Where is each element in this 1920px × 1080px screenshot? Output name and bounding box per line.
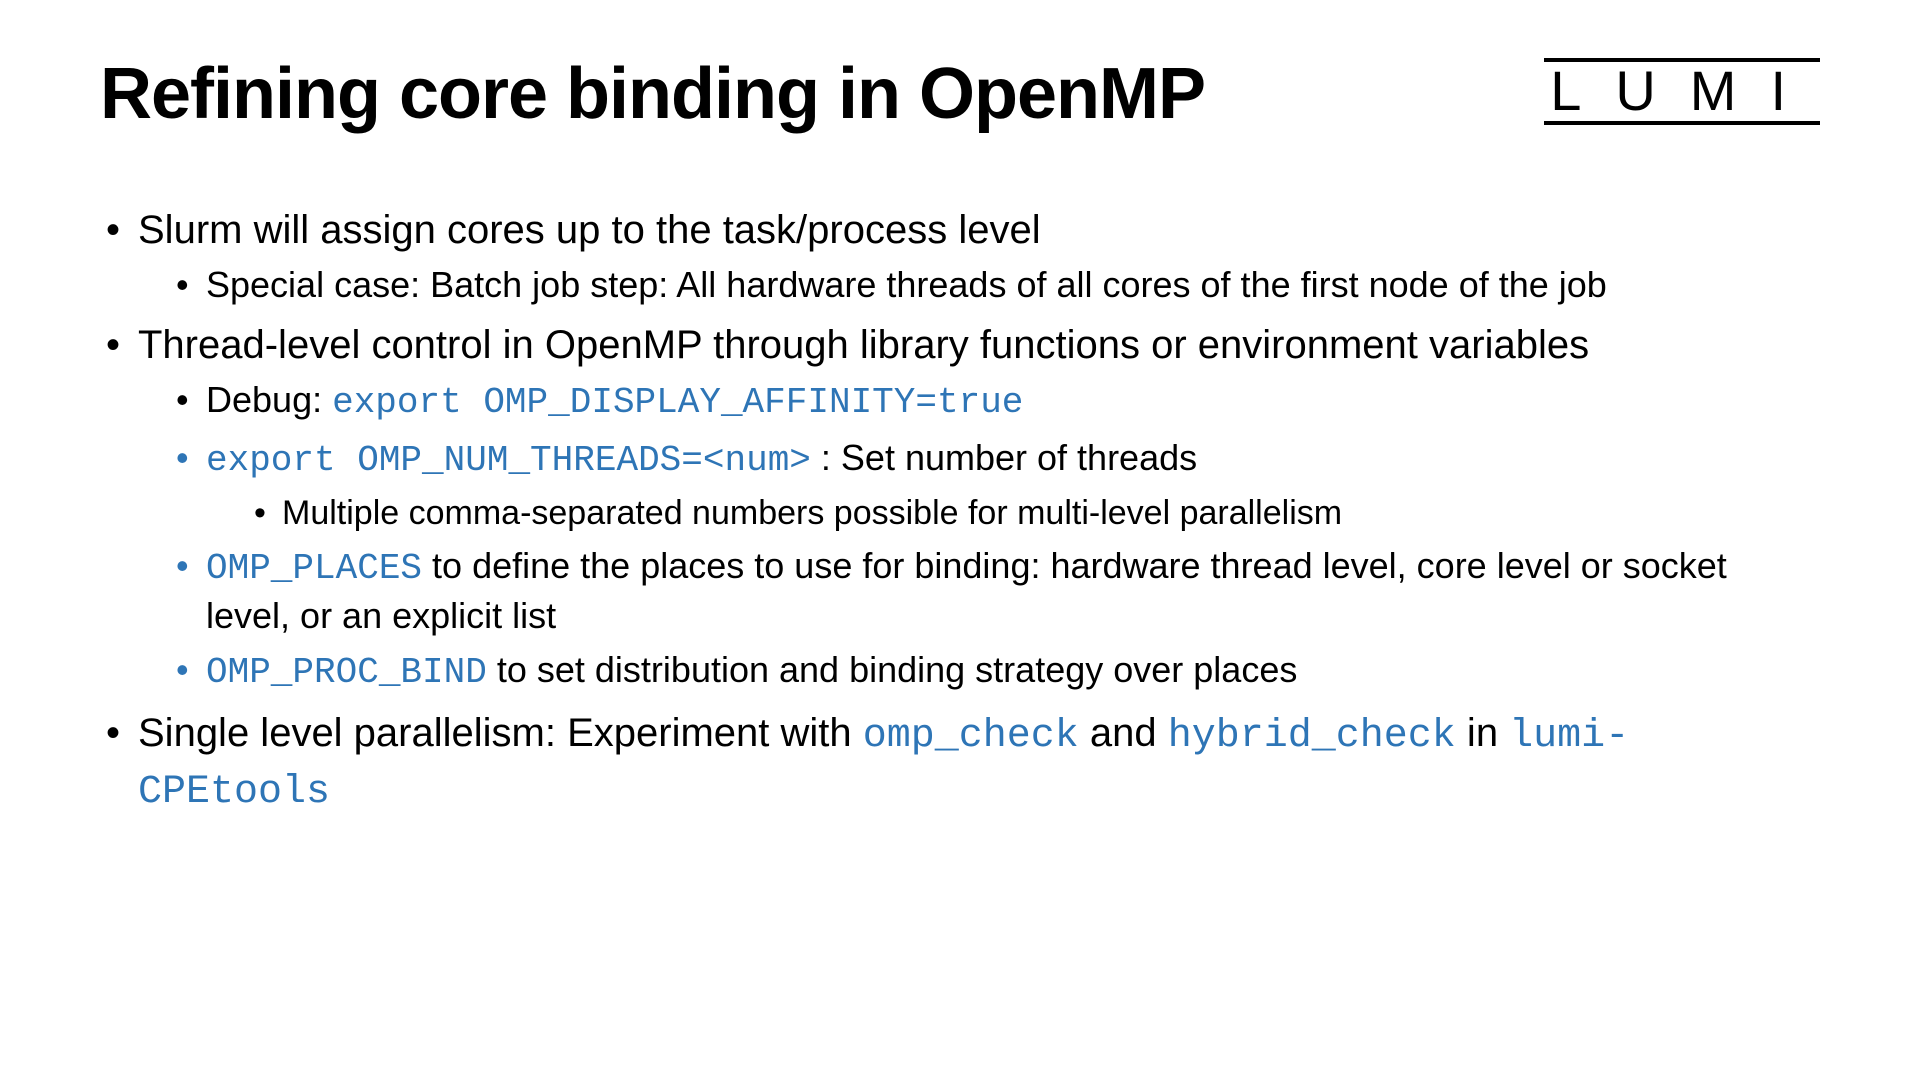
bullet-2: Thread-level control in OpenMP through l… <box>100 319 1820 697</box>
bullet-2-sub-1-prefix: Debug: <box>206 379 332 420</box>
bullet-3-mid2: in <box>1456 711 1509 755</box>
lumi-logo-text: LUMI <box>1544 58 1820 125</box>
bullet-3-prefix: Single level parallelism: Experiment wit… <box>138 711 863 755</box>
bullet-2-sublist: Debug: export OMP_DISPLAY_AFFINITY=true … <box>172 377 1820 697</box>
bullet-1-text: Slurm will assign cores up to the task/p… <box>138 208 1041 252</box>
bullet-1-sublist: Special case: Batch job step: All hardwa… <box>172 262 1820 309</box>
bullet-2-sub-2-code: export OMP_NUM_THREADS=<num> <box>206 440 811 481</box>
bullet-3-code-2: hybrid_check <box>1168 714 1456 759</box>
bullet-1-sub-1-text: Special case: Batch job step: All hardwa… <box>206 264 1607 305</box>
bullet-3-code-1: omp_check <box>863 714 1079 759</box>
bullet-list: Slurm will assign cores up to the task/p… <box>100 204 1820 819</box>
bullet-1-sub-1: Special case: Batch job step: All hardwa… <box>172 262 1820 309</box>
bullet-2-sub-3: OMP_PLACES to define the places to use f… <box>172 543 1820 640</box>
bullet-2-sub-3-code: OMP_PLACES <box>206 548 422 589</box>
bullet-2-sub-3-suffix: to define the places to use for binding:… <box>206 545 1727 636</box>
lumi-logo: LUMI <box>1544 58 1820 125</box>
bullet-2-sub-4-suffix: to set distribution and binding strategy… <box>487 649 1297 690</box>
bullet-2-sub-2-sublist: Multiple comma-separated numbers possibl… <box>250 491 1820 535</box>
bullet-2-sub-4: OMP_PROC_BIND to set distribution and bi… <box>172 647 1820 697</box>
bullet-2-sub-4-code: OMP_PROC_BIND <box>206 652 487 693</box>
bullet-2-sub-2-subsub-1-text: Multiple comma-separated numbers possibl… <box>282 494 1342 532</box>
bullet-2-sub-2-suffix: : Set number of threads <box>811 437 1197 478</box>
bullet-2-sub-2-subsub-1: Multiple comma-separated numbers possibl… <box>250 491 1820 535</box>
bullet-3: Single level parallelism: Experiment wit… <box>100 707 1820 819</box>
bullet-1: Slurm will assign cores up to the task/p… <box>100 204 1820 309</box>
bullet-2-text: Thread-level control in OpenMP through l… <box>138 323 1589 367</box>
bullet-2-sub-2: export OMP_NUM_THREADS=<num> : Set numbe… <box>172 435 1820 535</box>
bullet-2-sub-1-code: export OMP_DISPLAY_AFFINITY=true <box>332 382 1023 423</box>
slide: LUMI Refining core binding in OpenMP Slu… <box>0 0 1920 1080</box>
bullet-2-sub-1: Debug: export OMP_DISPLAY_AFFINITY=true <box>172 377 1820 427</box>
bullet-3-mid: and <box>1079 711 1168 755</box>
